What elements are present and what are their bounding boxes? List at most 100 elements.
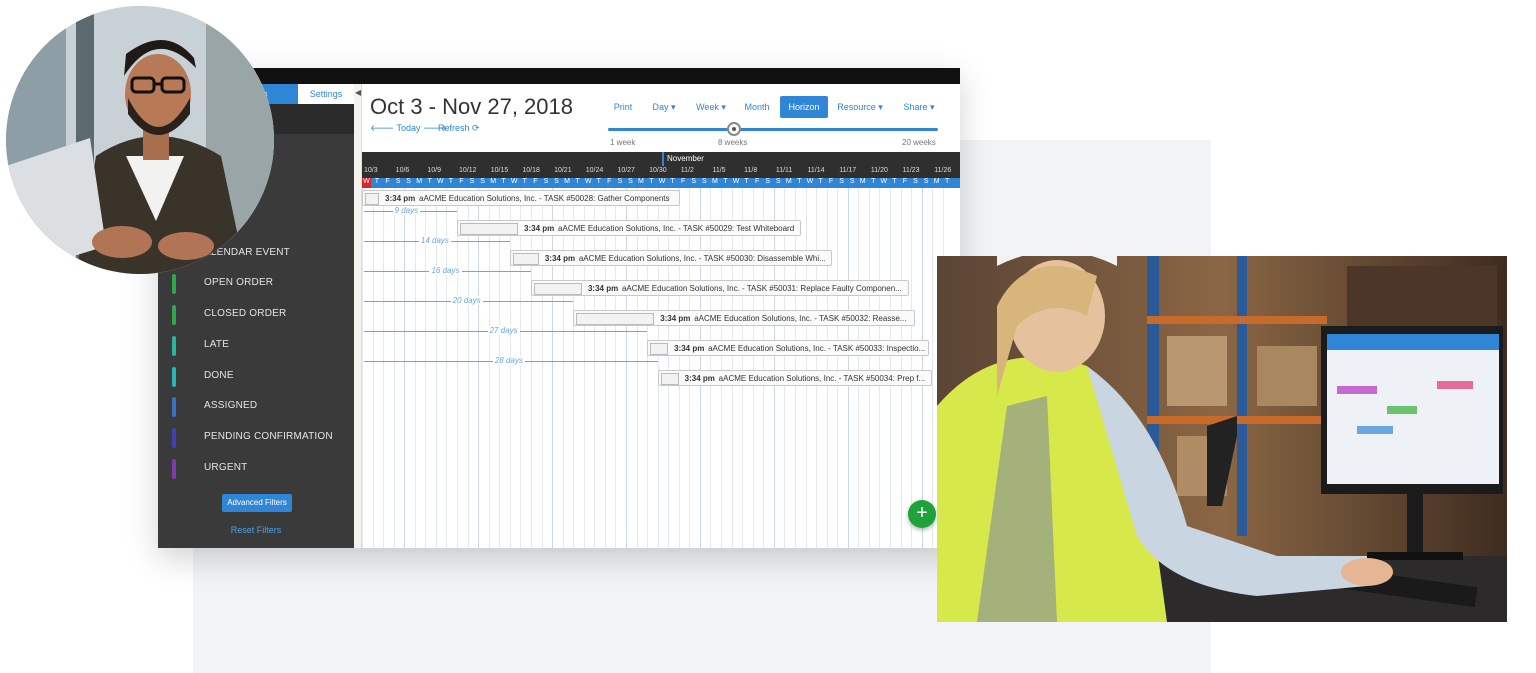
status-filter-item[interactable]: ASSIGNED [172,396,352,418]
date-tick-label: 10/15 [490,167,509,174]
task-bar[interactable]: 3:34 pm aACME Education Solutions, Inc. -… [530,280,909,296]
grid-line [879,188,881,548]
status-filter-item[interactable]: CLOSED ORDER [172,304,352,326]
horizon-slider[interactable] [608,128,938,131]
grid-line [583,188,585,548]
add-task-button[interactable]: + [908,500,936,528]
task-bar[interactable]: 3:34 pm aACME Education Solutions, Inc. -… [509,250,832,266]
task-duration-block[interactable] [512,253,539,265]
grid-line [541,188,543,548]
grid-line [921,188,923,548]
toolbar-button[interactable]: Month [740,96,774,118]
today-button[interactable]: Today [396,123,420,133]
weekday-letter: W [510,178,518,185]
task-dependency: 14 days [364,236,510,246]
slider-value-label: 8 weeks [718,138,748,147]
weekday-letter: S [701,178,707,185]
status-filter-label: PENDING CONFIRMATION [204,430,333,442]
date-tick-label: 11/14 [807,167,825,174]
horizon-slider-handle[interactable] [727,122,741,136]
weekday-letter: F [533,178,538,185]
grid-line [752,188,754,548]
weekday-letter: W [363,178,370,185]
grid-line [805,188,807,548]
collapse-left-icon[interactable]: ◀ [355,88,361,97]
weekday-letter: S [617,178,623,185]
toolbar-button[interactable]: Week ▾ [690,96,732,118]
date-tick-label: 10/21 [554,167,572,174]
status-filter-item[interactable]: PENDING CONFIRMATION [172,427,352,449]
grid-line [689,188,691,548]
weekday-letter: T [596,178,601,185]
task-time: 3:34 pm [524,224,555,233]
task-duration-block[interactable] [365,193,379,205]
person-laptop-photo [6,6,274,274]
weekday-letter: M [711,178,718,185]
task-duration-block[interactable] [660,373,679,385]
reset-filters-link[interactable]: Reset Filters [158,525,354,535]
weekday-letter: M [785,178,792,185]
advanced-filters-button[interactable]: Advanced Filters [222,494,292,512]
grid-line [932,188,934,548]
toolbar-button[interactable]: Share ▾ [898,96,940,118]
grid-line [890,188,891,548]
today-nav[interactable]: 🡐 Today 🡒 [370,123,447,134]
task-time: 3:34 pm [385,194,416,203]
weekday-letter: T [818,178,823,185]
dependency-label: 20 days [450,296,483,305]
task-bar[interactable]: 3:34 pm aACME Education Solutions, Inc. -… [362,190,680,206]
task-time: 3:34 pm [544,254,576,263]
weekday-letter: S [543,178,549,185]
weekday-letter: T [448,178,453,185]
tab-settings[interactable]: Settings [298,84,354,104]
task-duration-block[interactable] [650,343,669,355]
date-header: 10/3 10/6 10/9 10/12 10/15 10/18 10/21 10/24 10/… [362,166,960,178]
weekday-letter: S [913,178,918,185]
weekday-letter: S [849,178,855,185]
grid-line [594,188,596,548]
status-filter-item[interactable]: OPEN ORDER [172,273,352,295]
task-duration-block[interactable] [533,283,582,295]
grid-line [868,188,870,548]
weekday-letter: S [839,178,844,185]
date-tick-label: 10/24 [585,167,604,174]
toolbar-button[interactable]: Resource ▾ [830,96,890,118]
weekday-letter: M [564,178,570,185]
sidebar-splitter[interactable]: ◀ [354,84,362,548]
weekday-letter: T [945,178,950,185]
grid-line [900,188,902,548]
task-bar[interactable]: 3:34 pm aACME Education Solutions, Inc. -… [647,340,930,356]
task-duration-block[interactable] [576,313,655,325]
status-filter-item[interactable]: LATE [172,335,352,357]
status-filter-item[interactable]: DONE [172,366,352,388]
refresh-button[interactable]: Refresh ⟳ [438,123,480,134]
status-color-bar [172,397,176,418]
weekday-letter: S [406,178,411,185]
marketing-composition: ilters Settings PICKALENDAR EVENTOPEN OR… [0,0,1536,673]
task-duration-block[interactable] [460,223,519,235]
weekday-letter: F [902,178,908,185]
status-color-bar [172,274,176,295]
task-dependency: 28 days [364,356,658,366]
dependency-label: 16 days [429,266,462,275]
task-title: aACME Education Solutions, Inc. - TASK #… [708,344,926,353]
date-tick-label: 11/11 [775,167,793,174]
toolbar-button[interactable]: Day ▾ [646,96,682,118]
weekday-letter: S [628,178,633,185]
weekday-letter: F [681,178,686,185]
grid-line [721,188,723,548]
grid-line [562,188,564,548]
toolbar-button[interactable]: Print [608,96,638,118]
grid-line [636,188,638,548]
status-filter-label: DONE [204,369,234,381]
task-bar[interactable]: 3:34 pm aACME Education Solutions, Inc. -… [573,310,916,326]
task-bar[interactable]: 3:34 pm aACME Education Solutions, Inc. -… [657,370,932,386]
status-filter-item[interactable]: URGENT [172,458,352,480]
toolbar-button[interactable]: Horizon [780,96,828,118]
task-bar[interactable]: 3:34 pm aACME Education Solutions, Inc. -… [457,220,802,236]
task-time: 3:34 pm [587,284,619,293]
date-tick-label: 10/9 [427,167,441,174]
date-tick-label: 11/20 [870,167,888,174]
arrow-left-icon[interactable]: 🡐 [370,123,394,133]
month-label: November [667,154,704,163]
